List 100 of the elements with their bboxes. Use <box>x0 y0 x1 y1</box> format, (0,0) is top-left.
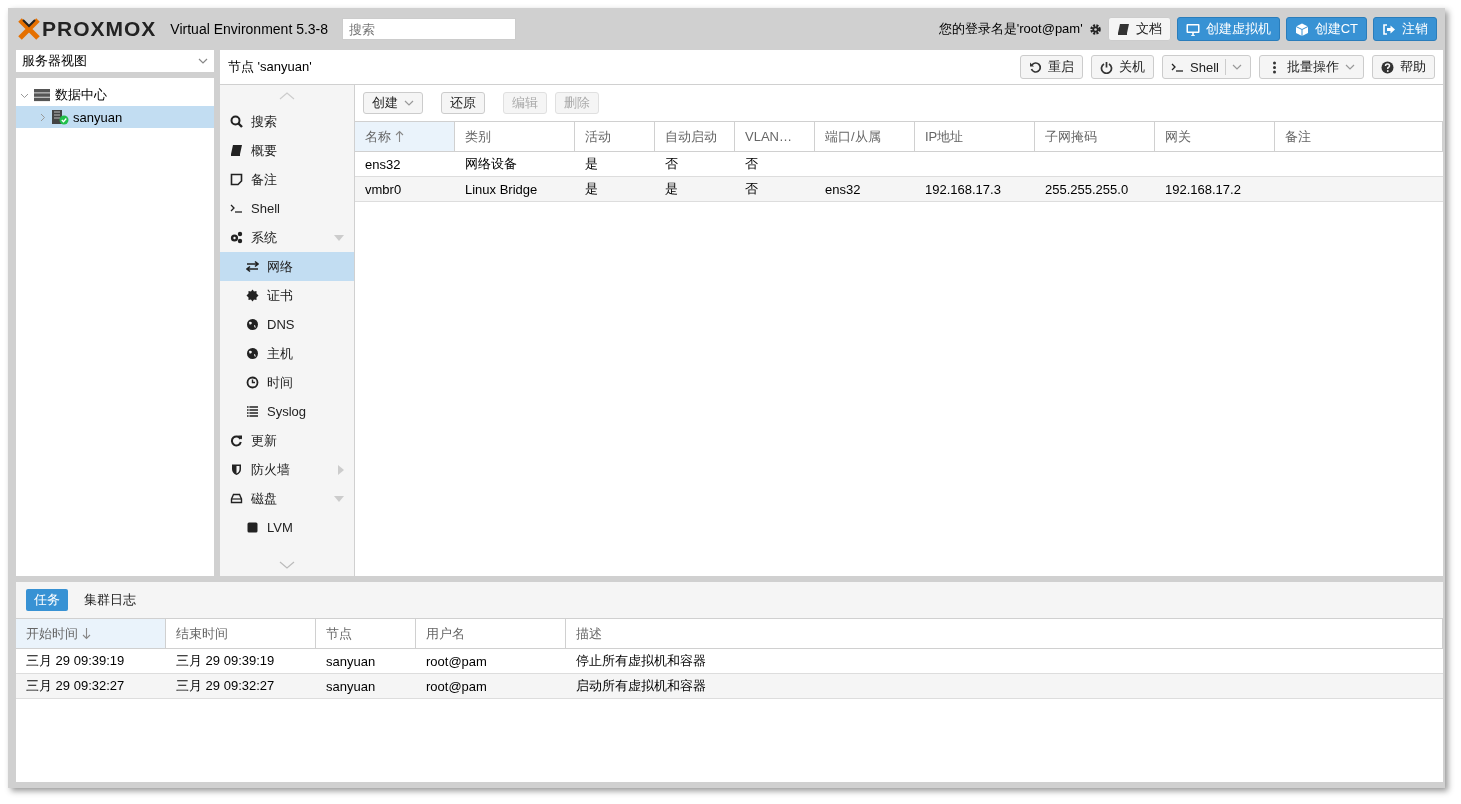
gears-icon <box>230 231 243 244</box>
nav-item[interactable]: DNS <box>220 310 354 339</box>
toolbar-button[interactable]: 批量操作 <box>1259 55 1364 79</box>
table-cell-text: 否 <box>664 155 679 173</box>
toolbar-button[interactable]: Shell <box>1162 55 1251 79</box>
scroll-down-icon[interactable] <box>279 561 295 569</box>
table-cell-text: ens32 <box>364 155 402 174</box>
exchange-icon <box>246 260 259 273</box>
column-header[interactable]: 类别 <box>455 122 575 151</box>
nav-item[interactable]: 网络 <box>220 252 354 281</box>
sign-out-icon <box>1382 22 1396 36</box>
globe-icon <box>246 318 259 331</box>
nav-item[interactable]: 磁盘 <box>220 484 354 513</box>
sort-ascending-icon <box>395 130 404 143</box>
column-header[interactable]: 活动 <box>575 122 655 151</box>
column-header[interactable]: 自动启动 <box>655 122 735 151</box>
toolbar-button[interactable]: 帮助 <box>1372 55 1435 79</box>
column-header[interactable]: VLAN… <box>735 122 815 151</box>
column-header[interactable]: IP地址 <box>915 122 1035 151</box>
column-header[interactable]: 用户名 <box>416 619 566 648</box>
monitor-icon <box>1185 22 1200 36</box>
table-cell-text: root@pam <box>425 677 488 696</box>
column-header[interactable]: 端口/从属 <box>815 122 915 151</box>
sort-descending-icon <box>82 627 91 640</box>
cube-icon <box>1294 22 1309 36</box>
table-cell-text: 是 <box>664 180 679 198</box>
table-cell-text: 255.255.255.0 <box>1044 180 1130 199</box>
book-icon <box>230 144 243 157</box>
note-icon <box>230 173 243 186</box>
expanded-arrow-icon <box>334 234 344 241</box>
table-cell-text: 否 <box>744 155 759 173</box>
column-header[interactable]: 结束时间 <box>166 619 316 648</box>
toolbar-button[interactable]: 关机 <box>1091 55 1155 79</box>
table-cell-text: 三月 29 09:39:19 <box>175 652 276 670</box>
badge-icon <box>246 289 259 302</box>
nav-item[interactable]: 搜索 <box>220 107 354 136</box>
settings-icon[interactable] <box>1088 22 1102 36</box>
header-button[interactable]: 文档 <box>1107 17 1171 41</box>
table-cell-text: 三月 29 09:32:27 <box>25 677 126 695</box>
caret-icon <box>198 58 208 64</box>
nav-item[interactable]: 证书 <box>220 281 354 310</box>
nav-item[interactable]: 防火墙 <box>220 455 354 484</box>
table-cell-text: 192.168.17.2 <box>1164 180 1242 199</box>
help-icon <box>1381 60 1394 74</box>
nav-item[interactable]: 主机 <box>220 339 354 368</box>
table-cell-text: 是 <box>584 155 599 173</box>
table-cell-text: 否 <box>744 180 759 198</box>
column-header[interactable]: 备注 <box>1275 122 1443 151</box>
column-header[interactable]: 节点 <box>316 619 416 648</box>
power-icon <box>1100 60 1114 74</box>
tree-item[interactable]: sanyuan <box>16 106 214 128</box>
column-header[interactable]: 子网掩码 <box>1035 122 1155 151</box>
server-online-icon <box>51 109 69 125</box>
login-text: 您的登录名是'root@pam' <box>938 20 1083 38</box>
table-cell-text: 启动所有虚拟机和容器 <box>575 677 707 695</box>
server-stack-icon <box>33 88 51 102</box>
nav-item[interactable]: 系统 <box>220 223 354 252</box>
panel-title: 节点 'sanyuan' <box>228 58 312 76</box>
column-header[interactable]: 网关 <box>1155 122 1275 151</box>
tree-item[interactable]: 数据中心 <box>16 84 214 106</box>
table-cell-text: 192.168.17.3 <box>924 180 1002 199</box>
table-cell-text: 三月 29 09:39:19 <box>25 652 126 670</box>
caret-icon <box>1345 64 1355 70</box>
table-cell-text: 网络设备 <box>464 155 518 173</box>
nav-item[interactable]: 概要 <box>220 136 354 165</box>
scroll-up-icon[interactable] <box>279 92 295 100</box>
nav-item[interactable]: 更新 <box>220 426 354 455</box>
table-cell-text: Linux Bridge <box>464 180 539 199</box>
table-cell-text: vmbr0 <box>364 180 403 199</box>
drive-icon <box>230 492 243 505</box>
caret-icon <box>1232 64 1242 70</box>
toolbar-button[interactable]: 还原 <box>441 92 485 114</box>
list-icon <box>246 405 259 418</box>
column-header[interactable]: 名称 <box>355 122 455 151</box>
nav-item[interactable]: LVM <box>220 513 354 542</box>
table-cell-text: ens32 <box>824 180 862 199</box>
nav-item[interactable]: 时间 <box>220 368 354 397</box>
table-cell-text: 停止所有虚拟机和容器 <box>575 652 707 670</box>
table-cell-text: sanyuan <box>325 652 377 671</box>
tab[interactable]: 集群日志 <box>76 589 144 611</box>
book-icon <box>1116 22 1130 36</box>
column-header[interactable]: 描述 <box>566 619 1443 648</box>
x-logo-icon <box>18 18 40 40</box>
refresh-icon <box>230 434 243 447</box>
search-field[interactable]: 搜索 <box>342 18 517 40</box>
view-select[interactable]: 服务器视图 <box>16 50 214 72</box>
nav-item[interactable]: 备注 <box>220 165 354 194</box>
table-cell-text: 是 <box>584 180 599 198</box>
undo-icon <box>1029 60 1043 74</box>
clock-icon <box>246 376 259 389</box>
square-icon <box>246 521 259 534</box>
table-cell-text: sanyuan <box>325 677 377 696</box>
toolbar-button[interactable]: 重启 <box>1020 55 1084 79</box>
logo-wordmark: PROXMOX <box>42 17 157 41</box>
column-header[interactable]: 开始时间 <box>16 619 166 648</box>
shield-icon <box>230 463 243 476</box>
nav-item[interactable]: Syslog <box>220 397 354 426</box>
toolbar-button[interactable]: 创建 <box>363 92 423 114</box>
nav-item[interactable]: Shell <box>220 194 354 223</box>
collapsed-arrow-icon <box>338 464 344 475</box>
